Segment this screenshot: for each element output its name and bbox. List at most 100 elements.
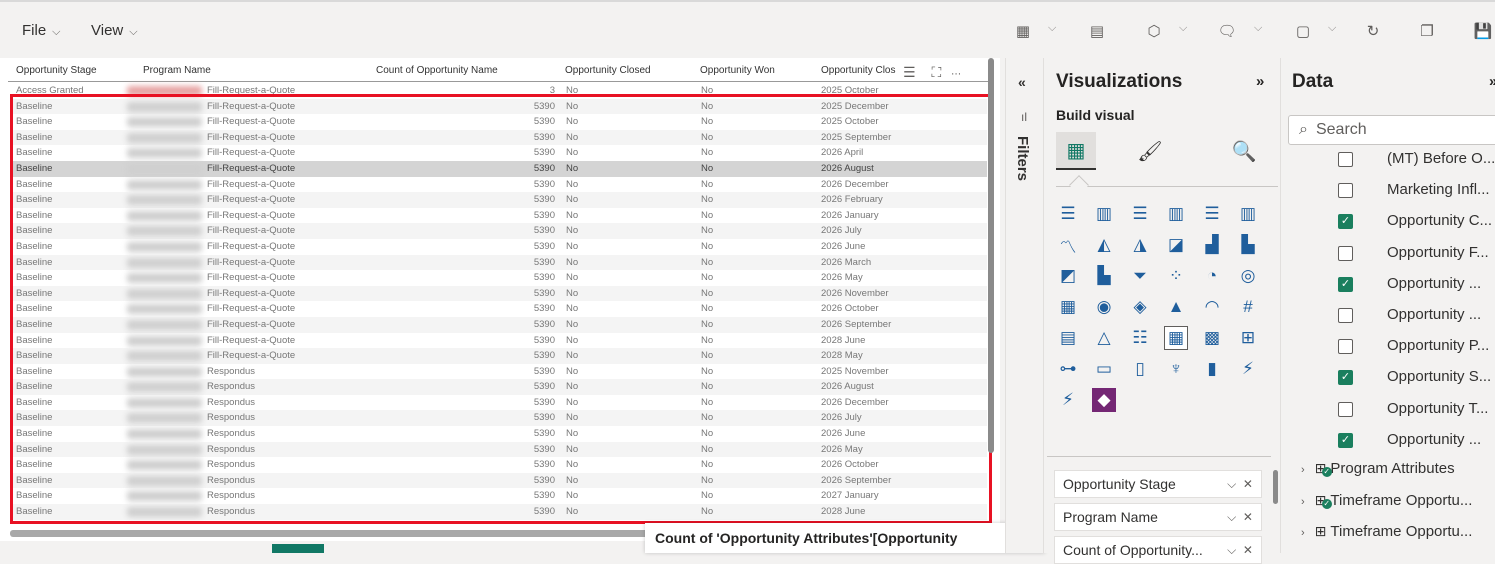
power-apps-icon[interactable]: ⚡ — [1236, 357, 1260, 381]
shapes-icon[interactable]: ⬡ — [1143, 20, 1165, 42]
expand-chevron-icon[interactable]: › — [1301, 527, 1305, 539]
column-header-program-name[interactable]: Program Name — [143, 65, 211, 76]
table-icon[interactable]: ▦ — [1164, 326, 1188, 350]
column-header-opportunity-won[interactable]: Opportunity Won — [700, 65, 775, 76]
table-node[interactable]: › ⊞Timeframe Opportu... — [1301, 492, 1472, 509]
table-row[interactable]: Baseline Fill-Request-a-Quote 5390 No No 2025… — [12, 114, 987, 130]
chevron-down-icon[interactable]: ⌵ — [1254, 22, 1262, 35]
funnel-icon[interactable]: ⏷ — [1128, 264, 1152, 288]
slicer-icon[interactable]: ☷ — [1128, 326, 1152, 350]
chevron-down-icon[interactable]: ⌵ — [1179, 22, 1187, 35]
field-label[interactable]: Opportunity ... — [1387, 275, 1481, 292]
line-chart-icon[interactable]: 〽 — [1056, 233, 1080, 257]
chevron-down-icon[interactable]: ⌵ — [1048, 22, 1056, 35]
table-row[interactable]: Baseline Fill-Request-a-Quote 5390 No No 2026… — [12, 145, 987, 161]
map-icon[interactable]: ◉ — [1092, 295, 1116, 319]
table-row[interactable]: Baseline Fill-Request-a-Quote 5390 No No 2026… — [12, 177, 987, 193]
paginated-report-icon[interactable]: ▮ — [1200, 357, 1224, 381]
field-checkbox[interactable]: ✓ — [1338, 214, 1353, 230]
field-label[interactable]: Opportunity P... — [1387, 337, 1489, 354]
field-checkbox[interactable] — [1338, 152, 1353, 167]
vertical-scrollbar[interactable] — [988, 58, 994, 453]
table-row[interactable]: Baseline Fill-Request-a-Quote 5390 No No 2026… — [12, 208, 987, 224]
field-well-opportunity-stage[interactable]: Opportunity Stage ⌵ ✕ — [1054, 470, 1262, 498]
refresh-icon[interactable]: ↻ — [1362, 20, 1384, 42]
chevron-close-controls[interactable]: ⌵ ✕ — [1227, 510, 1253, 525]
table-row[interactable]: Baseline Respondus 5390 No No 2026 July — [12, 410, 987, 427]
field-label[interactable]: Opportunity S... — [1387, 368, 1491, 385]
field-label[interactable]: (MT) Before O... — [1387, 150, 1495, 167]
table-row[interactable]: Baseline Respondus 5390 No No 2027 January — [12, 488, 987, 504]
ribbon-chart-icon[interactable]: ◪ — [1164, 233, 1188, 257]
scatter-icon[interactable]: ⁘ — [1164, 264, 1188, 288]
field-label[interactable]: Opportunity C... — [1387, 212, 1492, 229]
expand-chevron-icon[interactable]: › — [1301, 464, 1305, 476]
field-label[interactable]: Opportunity ... — [1387, 306, 1481, 323]
field-checkbox[interactable]: ✓ — [1338, 276, 1353, 292]
active-page-tab[interactable] — [272, 544, 324, 553]
table-node[interactable]: › ⊞Timeframe Opportu... — [1301, 523, 1472, 540]
clustered-column-icon[interactable]: ▥ — [1164, 202, 1188, 226]
wells-scrollbar[interactable] — [1273, 470, 1278, 504]
field-checkbox[interactable] — [1338, 183, 1353, 199]
azure-map-icon[interactable]: ▲ — [1164, 295, 1188, 319]
pie-chart-icon[interactable]: ◔ — [1200, 264, 1224, 288]
stacked-area-icon[interactable]: ◮ — [1128, 233, 1152, 257]
chevron-close-controls[interactable]: ⌵ ✕ — [1227, 543, 1253, 558]
field-checkbox[interactable] — [1338, 339, 1353, 355]
focus-mode-icon[interactable]: ⛶ — [931, 64, 941, 80]
view-menu[interactable]: View ⌵ — [91, 22, 138, 39]
field-label[interactable]: Opportunity ... — [1387, 431, 1481, 448]
field-checkbox[interactable] — [1338, 245, 1353, 261]
stacked-bar-100-icon[interactable]: ☰ — [1128, 202, 1152, 226]
multi-row-card-icon[interactable]: ▤ — [1056, 326, 1080, 350]
stacked-column-icon[interactable]: ☰ — [1200, 202, 1224, 226]
field-checkbox[interactable]: ✓ — [1338, 432, 1353, 448]
filter-lines-icon[interactable]: ☰ — [903, 64, 916, 80]
field-checkbox[interactable] — [1338, 401, 1353, 417]
search-input[interactable]: ⌕ Search — [1288, 115, 1495, 145]
build-visual-tab[interactable]: ▦ — [1056, 132, 1096, 170]
field-well-program-name[interactable]: Program Name ⌵ ✕ — [1054, 503, 1262, 531]
table-row[interactable]: Baseline Fill-Request-a-Quote 5390 No No 2025… — [12, 98, 987, 115]
card-icon[interactable]: # — [1236, 295, 1260, 319]
column-header-opportunity-closed[interactable]: Opportunity Closed — [565, 65, 651, 76]
line-column-icon[interactable]: ▟ — [1200, 233, 1224, 257]
table-row[interactable]: Baseline Fill-Request-a-Quote 5390 No No 2026… — [12, 316, 987, 333]
matrix-icon[interactable]: ▩ — [1200, 326, 1224, 350]
field-checkbox[interactable] — [1338, 308, 1353, 323]
field-label[interactable]: Marketing Infl... — [1387, 181, 1490, 198]
expand-chevron-icon[interactable]: › — [1301, 496, 1305, 508]
power-automate-icon[interactable]: ⚡ — [1056, 388, 1080, 412]
column-header-opportunity-close-date[interactable]: Opportunity Clos — [821, 65, 895, 76]
gauge-icon[interactable]: ◠ — [1200, 295, 1224, 319]
column-100-icon[interactable]: ▥ — [1236, 202, 1260, 226]
decomposition-icon[interactable]: ⊞ — [1236, 326, 1260, 350]
key-influencers-icon[interactable]: ⊶ — [1056, 357, 1080, 381]
chevron-down-icon[interactable]: ⌵ — [1328, 22, 1336, 35]
table-row[interactable]: Baseline Respondus 5390 No No 2028 June — [12, 504, 987, 520]
duplicate-icon[interactable]: ❐ — [1416, 20, 1438, 42]
waterfall-icon[interactable]: ▙ — [1092, 264, 1116, 288]
file-menu[interactable]: File ⌵ — [22, 22, 61, 39]
collapse-icon[interactable]: » — [1489, 73, 1495, 90]
clustered-bar-icon[interactable]: ▥ — [1092, 202, 1116, 226]
expand-right-icon[interactable]: » — [1256, 73, 1264, 90]
donut-chart-icon[interactable]: ◎ — [1236, 264, 1260, 288]
table-node[interactable]: › ⊞Program Attributes — [1301, 460, 1455, 477]
stacked-bar-icon[interactable]: ☰ — [1056, 202, 1080, 226]
column-header-opportunity-stage[interactable]: Opportunity Stage — [16, 65, 97, 76]
treemap-icon[interactable]: ▦ — [1056, 295, 1080, 319]
table-row[interactable]: Baseline Fill-Request-a-Quote 5390 No No 2026… — [12, 301, 987, 317]
format-visual-tab[interactable]: 🖌 — [1130, 132, 1170, 170]
collapse-left-icon[interactable]: « — [1018, 74, 1026, 90]
notes-icon[interactable]: ▤ — [1086, 20, 1108, 42]
table-row[interactable]: Baseline Fill-Request-a-Quote 5390 No No 2026… — [12, 285, 987, 302]
table-row[interactable]: Baseline Respondus 5390 No No 2025 November — [12, 364, 987, 380]
more-options-icon[interactable]: ⋯ — [951, 69, 961, 80]
table-row[interactable]: Baseline Respondus 5390 No No 2026 September — [12, 472, 987, 489]
ribbon-icon[interactable]: ◩ — [1056, 264, 1080, 288]
chevron-close-controls[interactable]: ⌵ ✕ — [1227, 477, 1253, 492]
line-stacked-icon[interactable]: ▙ — [1236, 233, 1260, 257]
custom-visual-icon[interactable]: ◆ — [1092, 388, 1116, 412]
